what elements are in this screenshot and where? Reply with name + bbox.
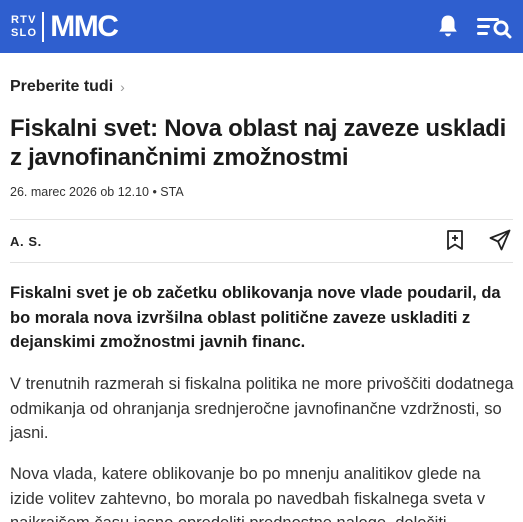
top-bar: RTV SLO MMC <box>0 0 523 53</box>
article-paragraph: Nova vlada, katere oblikovanje bo po mne… <box>10 465 486 522</box>
author-name[interactable]: A. S. <box>10 234 42 249</box>
menu-search-icon[interactable] <box>475 13 513 39</box>
bell-icon[interactable] <box>436 13 460 39</box>
logo-mmc: MMC <box>50 9 119 43</box>
share-icon[interactable] <box>489 229 511 251</box>
bookmark-add-icon[interactable] <box>446 229 464 251</box>
breadcrumb[interactable]: Preberite tudi › <box>10 78 125 96</box>
article-paragraph: V trenutnih razmerah si fiskalna politik… <box>10 375 514 442</box>
divider <box>10 262 513 263</box>
article-lead: Fiskalni svet je ob začetku oblikovanja … <box>10 284 501 351</box>
logo-slo: SLO <box>11 26 38 39</box>
chevron-right-icon: › <box>120 79 125 95</box>
breadcrumb-link[interactable]: Preberite tudi <box>10 78 113 96</box>
logo-separator <box>42 11 45 42</box>
divider <box>10 219 513 220</box>
article-meta: 26. marec 2026 ob 12.10 • STA <box>10 185 184 199</box>
rtv-mmc-logo[interactable]: RTV SLO MMC <box>11 9 119 43</box>
logo-rtv: RTV <box>11 13 37 26</box>
rtv-slo-logo-text: RTV SLO <box>11 14 37 40</box>
article-title: Fiskalni svet: Nova oblast naj zaveze us… <box>10 115 507 171</box>
